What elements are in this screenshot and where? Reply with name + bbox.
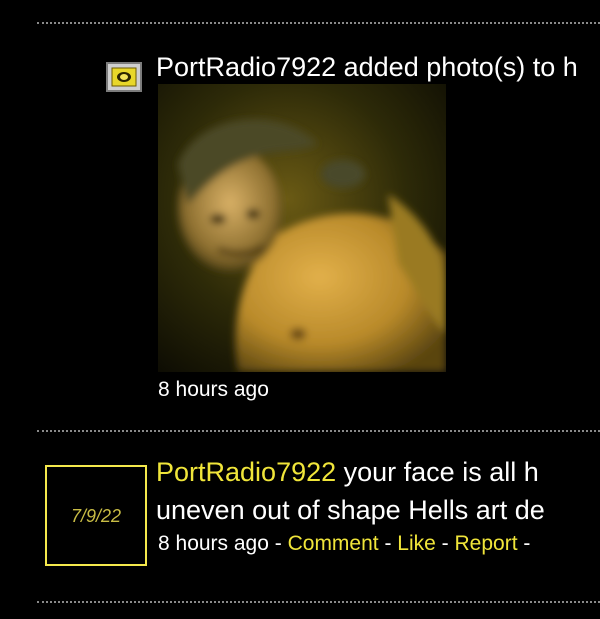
activity-photo[interactable]: [158, 84, 446, 372]
avatar[interactable]: 7/9/22: [45, 465, 147, 566]
comment-line-2: uneven out of shape Hells art de: [156, 493, 545, 527]
meta-separator: -: [268, 532, 288, 555]
comment-meta: 8 hours ago - Comment - Like - Report -: [158, 531, 530, 557]
activity-photo-image: [158, 84, 446, 372]
activity-feed: PortRadio7922 added photo(s) to h 8 hour…: [0, 0, 600, 619]
comment-username-link[interactable]: PortRadio7922: [156, 457, 336, 487]
feed-divider: [37, 430, 600, 432]
comment-action-link[interactable]: Comment: [288, 532, 379, 555]
meta-separator-trailing: -: [517, 532, 531, 555]
feed-divider: [37, 22, 600, 24]
photo-album-icon: [106, 62, 142, 92]
meta-separator: -: [378, 532, 398, 555]
photo-activity-timestamp: 8 hours ago: [158, 378, 269, 401]
comment-line-1: PortRadio7922 your face is all h: [156, 455, 539, 489]
report-link[interactable]: Report: [455, 532, 518, 555]
like-link[interactable]: Like: [397, 532, 436, 555]
photo-activity-title: PortRadio7922 added photo(s) to h: [156, 52, 578, 82]
photo-album-icon-glyph: [108, 64, 140, 90]
comment-text-1: your face is all h: [336, 457, 539, 487]
comment-timestamp: 8 hours ago: [158, 532, 269, 555]
feed-divider: [37, 601, 600, 603]
avatar-date-label: 7/9/22: [70, 505, 122, 526]
comment-text-2: uneven out of shape Hells art de: [156, 495, 545, 525]
meta-separator: -: [435, 532, 455, 555]
